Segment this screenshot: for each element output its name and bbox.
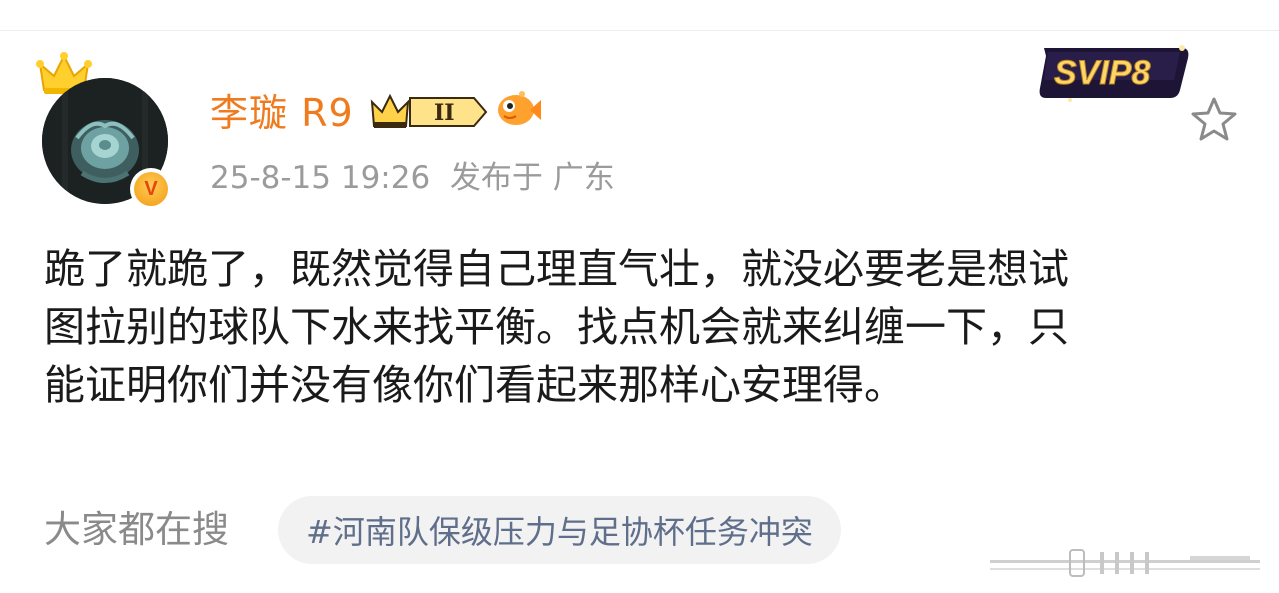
timestamp: 25-8-15 19:26 [210,160,431,196]
content-line: 图拉别的球队下水来找平衡。找点机会就来纠缠一下，只 [44,303,1069,351]
content-line: 能证明你们并没有像你们看起来那样心安理得。 [44,361,905,409]
top-divider [0,30,1279,31]
content-line: 跪了就跪了，既然觉得自己理直气壮，就没必要老是想试 [44,245,1069,293]
verified-icon: V [134,172,168,206]
location: 发布于 广东 [449,160,615,196]
author-name[interactable]: 李璇 R9 [210,90,354,136]
fish-icon [498,91,541,125]
vip-level: II [434,100,455,126]
watermark [990,549,1260,577]
post-content: 跪了就跪了，既然觉得自己理直气壮，就没必要老是想试 图拉别的球队下水来找平衡。找… [44,240,1244,414]
trending-topic-text: #河南队保级压力与足协杯任务冲突 [306,513,813,551]
avatar-block[interactable]: V [30,50,180,210]
svip-label: SVIP8 [1054,54,1150,92]
svip-badge[interactable]: SVIP8 [1032,40,1194,106]
post-meta: 25-8-15 19:26 发布于 广东 [210,158,615,198]
verified-badge: V [130,168,172,210]
star-icon[interactable] [1190,96,1238,142]
trending-topic-chip[interactable]: #河南队保级压力与足协杯任务冲突 [278,496,841,564]
trending-label: 大家都在搜 [44,508,229,551]
vip-crown-icon[interactable]: II [370,92,490,132]
